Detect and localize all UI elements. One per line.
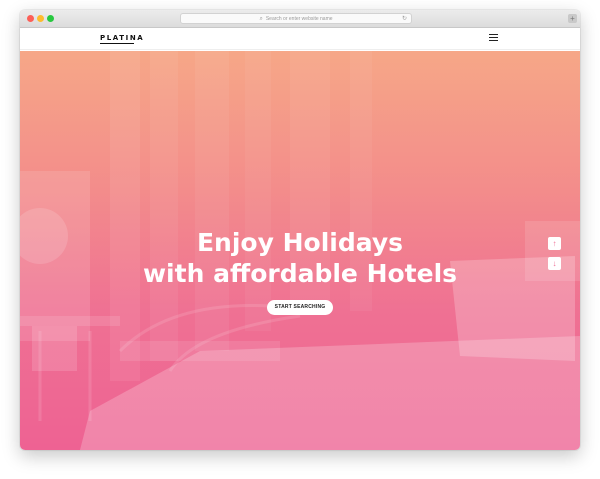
address-bar[interactable]: ⌕ Search or enter website name ↻ — [180, 13, 412, 24]
site-header: PLATINA — [20, 28, 580, 50]
site-logo[interactable]: PLATINA — [100, 34, 144, 42]
zoom-window-button[interactable] — [47, 15, 54, 22]
hamburger-icon[interactable] — [489, 34, 498, 42]
scroll-up-button[interactable]: ↑ — [548, 237, 561, 250]
reload-icon[interactable]: ↻ — [402, 14, 407, 24]
hero-title-line-2: with affordable Hotels — [142, 259, 458, 288]
hero-section: Enjoy Holidays with affordable Hotels ST… — [20, 51, 580, 450]
minimize-window-button[interactable] — [37, 15, 44, 22]
browser-window: ⌕ Search or enter website name ↻ + PLATIN… — [20, 10, 580, 450]
hero-title-line-1: Enjoy Holidays — [196, 228, 404, 257]
arrow-up-icon: ↑ — [552, 239, 557, 248]
start-searching-button[interactable]: START SEARCHING — [267, 300, 333, 315]
address-placeholder: Search or enter website name — [265, 16, 333, 22]
scroll-down-button[interactable]: ↓ — [548, 257, 561, 270]
search-icon: ⌕ — [259, 16, 263, 22]
arrow-down-icon: ↓ — [552, 259, 557, 268]
close-window-button[interactable] — [27, 15, 34, 22]
logo-underline — [100, 43, 134, 44]
browser-toolbar: ⌕ Search or enter website name ↻ + — [20, 10, 580, 28]
new-tab-button[interactable]: + — [568, 14, 577, 23]
